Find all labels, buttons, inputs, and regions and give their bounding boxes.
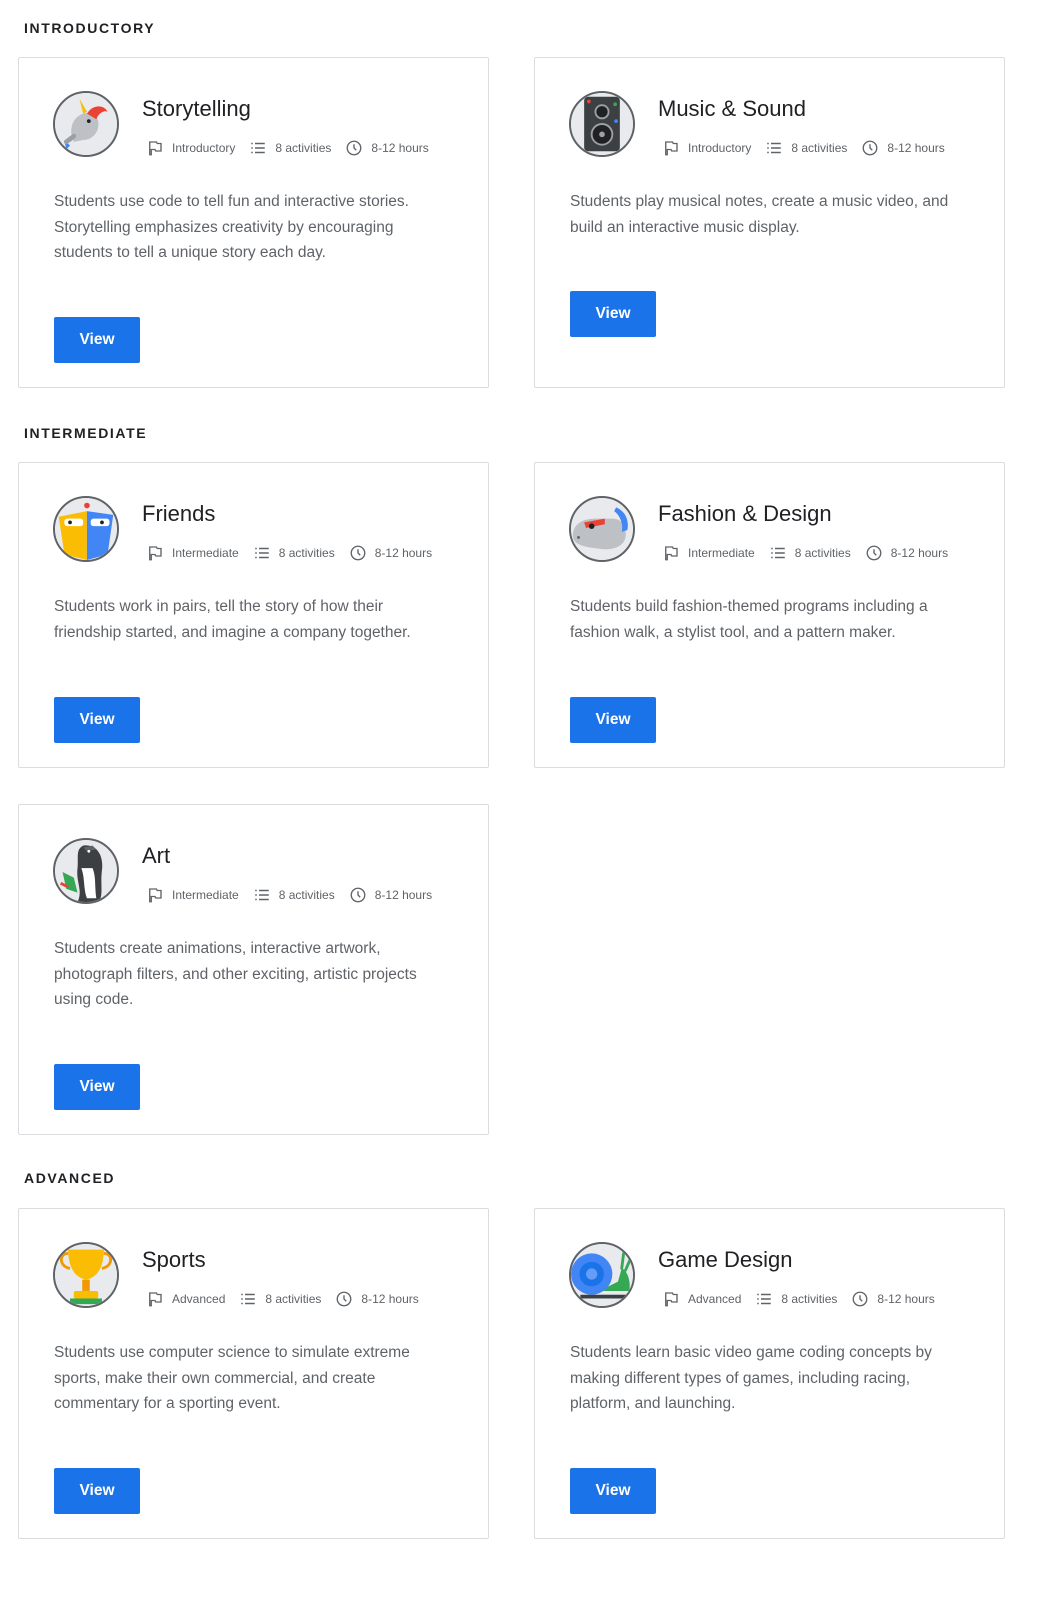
view-button-game[interactable]: View [570, 1468, 656, 1514]
penguin-paint-icon [53, 838, 119, 904]
list-icon [757, 1293, 772, 1305]
view-button-fashion[interactable]: View [570, 697, 656, 743]
list-icon [770, 547, 785, 559]
course-title: Friends [142, 501, 216, 526]
list-icon [251, 142, 266, 154]
course-level: Introductory [688, 141, 752, 155]
course-title: Music & Sound [658, 96, 806, 121]
course-level: Intermediate [172, 546, 239, 560]
course-title: Fashion & Design [658, 501, 832, 526]
course-time: 8-12 hours [361, 1292, 419, 1306]
course-meta: Introductory 8 activities 8-12 hours [146, 138, 429, 158]
view-button-friends[interactable]: View [54, 697, 140, 743]
clock-icon [866, 545, 882, 561]
list-icon [241, 1293, 256, 1305]
course-title: Game Design [658, 1247, 793, 1272]
course-title: Art [142, 843, 171, 868]
view-button-art[interactable]: View [54, 1064, 140, 1110]
list-icon [767, 142, 782, 154]
list-icon [254, 889, 269, 901]
course-activities: 8 activities [794, 546, 851, 560]
course-title: Storytelling [142, 96, 251, 121]
course-level: Advanced [172, 1292, 226, 1306]
course-level: Advanced [688, 1292, 742, 1306]
clock-icon [862, 140, 878, 156]
flag-icon [665, 546, 678, 561]
course-card-friends: Friends Intermediate 8 activities 8-12 h… [18, 462, 489, 768]
course-card-storytelling: Storytelling Introductory 8 activities 8… [18, 57, 489, 388]
flag-icon [149, 141, 162, 156]
course-level: Intermediate [688, 546, 755, 560]
course-description: Students play musical notes, create a mu… [570, 193, 949, 236]
course-meta: Intermediate 8 activities 8-12 hours [146, 543, 432, 563]
course-description: Students build fashion-themed programs i… [570, 598, 928, 641]
trophy-icon [53, 1242, 119, 1308]
view-button-storytelling[interactable]: View [54, 317, 140, 363]
course-description: Students learn basic video game coding c… [570, 1344, 932, 1412]
course-description: Students work in pairs, tell the story o… [54, 598, 411, 641]
section-title-advanced: ADVANCED [24, 1170, 116, 1186]
flag-icon [665, 1292, 678, 1307]
friends-robots-icon [53, 496, 119, 562]
unicorn-icon [53, 91, 119, 157]
course-level: Introductory [172, 141, 236, 155]
list-icon [254, 547, 269, 559]
view-button-music[interactable]: View [570, 291, 656, 337]
course-card-game: Game Design Advanced 8 activities 8-12 h… [534, 1208, 1005, 1539]
course-card-fashion: Fashion & Design Intermediate 8 activiti… [534, 462, 1005, 768]
flag-icon [149, 1292, 162, 1307]
course-card-art: Art Intermediate 8 activities 8-12 hours… [18, 804, 489, 1135]
course-time: 8-12 hours [374, 888, 433, 902]
course-time: 8-12 hours [374, 546, 433, 560]
flag-icon [149, 888, 162, 903]
course-title: Sports [142, 1247, 206, 1272]
clock-icon [346, 140, 362, 156]
course-activities: 8 activities [791, 141, 848, 155]
course-activities: 8 activities [278, 546, 335, 560]
course-activities: 8 activities [275, 141, 332, 155]
clock-icon [852, 1291, 868, 1307]
clock-icon [350, 545, 366, 561]
view-button-sports[interactable]: View [54, 1468, 140, 1514]
course-card-music: Music & Sound Introductory 8 activities … [534, 57, 1005, 388]
course-meta: Advanced 8 activities 8-12 hours [662, 1289, 935, 1309]
course-time: 8-12 hours [877, 1292, 935, 1306]
course-meta: Intermediate 8 activities 8-12 hours [146, 885, 432, 905]
course-level: Intermediate [172, 888, 239, 902]
speaker-icon [569, 91, 635, 157]
course-activities: 8 activities [781, 1292, 838, 1306]
section-title-intermediate: INTERMEDIATE [24, 425, 148, 441]
course-description: Students use computer science to simulat… [54, 1344, 410, 1412]
course-activities: 8 activities [265, 1292, 322, 1306]
course-description: Students use code to tell fun and intera… [54, 193, 409, 261]
course-description: Students create animations, interactive … [54, 940, 417, 1008]
course-time: 8-12 hours [887, 141, 945, 155]
course-activities: 8 activities [278, 888, 335, 902]
clock-icon [350, 887, 366, 903]
course-meta: Intermediate 8 activities 8-12 hours [662, 543, 948, 563]
course-meta: Introductory 8 activities 8-12 hours [662, 138, 945, 158]
course-time: 8-12 hours [371, 141, 429, 155]
section-title-introductory: INTRODUCTORY [24, 20, 156, 36]
clock-icon [336, 1291, 352, 1307]
course-card-sports: Sports Advanced 8 activities 8-12 hours … [18, 1208, 489, 1539]
hippo-sunglasses-icon [569, 496, 635, 562]
flag-icon [149, 546, 162, 561]
course-time: 8-12 hours [890, 546, 949, 560]
snail-icon [569, 1242, 635, 1308]
flag-icon [665, 141, 678, 156]
course-meta: Advanced 8 activities 8-12 hours [146, 1289, 419, 1309]
